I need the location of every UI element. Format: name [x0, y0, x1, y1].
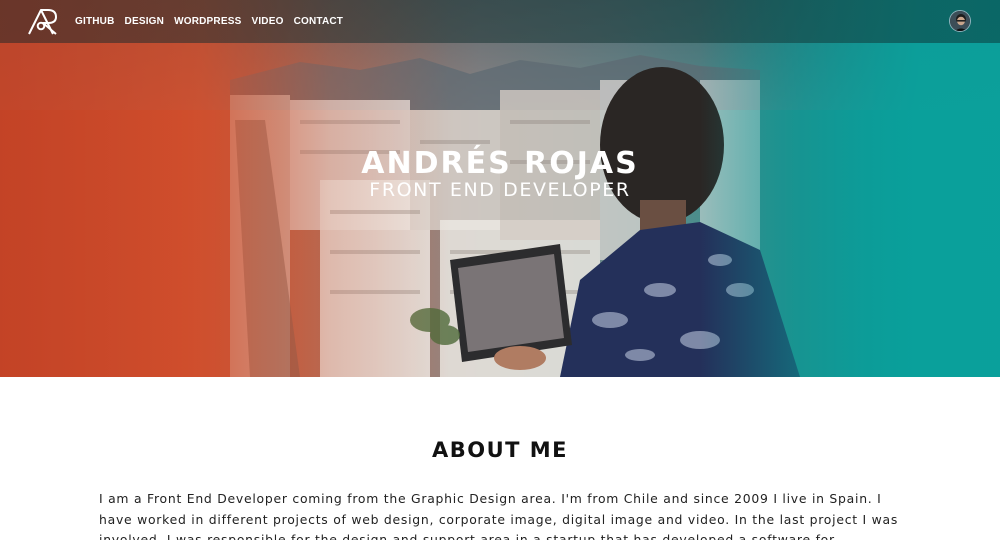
nav-link-video[interactable]: VIDEO: [251, 16, 283, 27]
top-navbar: GITHUB DESIGN WORDPRESS VIDEO CONTACT: [0, 0, 1000, 43]
nav-link-design[interactable]: DESIGN: [125, 16, 165, 27]
profile-avatar[interactable]: [949, 10, 971, 32]
nav-link-contact[interactable]: CONTACT: [294, 16, 344, 27]
about-text: I am a Front End Developer coming from t…: [99, 491, 899, 540]
ar-monogram-logo-icon[interactable]: [26, 6, 60, 36]
avatar-icon: [950, 11, 970, 31]
nav-link-github[interactable]: GITHUB: [75, 16, 115, 27]
hero-title: ANDRÉS ROJAS: [361, 146, 639, 181]
about-title: ABOUT ME: [431, 438, 569, 462]
hero-subtitle: FRONT END DEVELOPER: [369, 179, 631, 201]
nav-link-wordpress[interactable]: WORDPRESS: [174, 16, 241, 27]
hero-banner: ANDRÉS ROJAS FRONT END DEVELOPER: [0, 0, 1000, 377]
nav-links: GITHUB DESIGN WORDPRESS VIDEO CONTACT: [75, 0, 353, 43]
